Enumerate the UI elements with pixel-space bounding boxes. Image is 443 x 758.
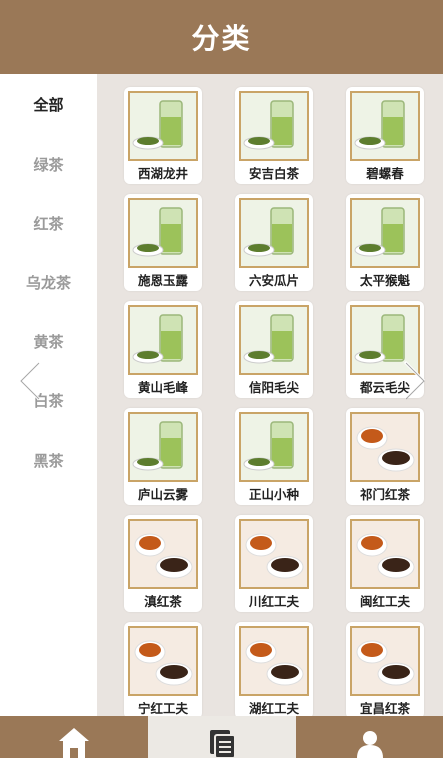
category-black-tea[interactable]: 红茶	[0, 213, 97, 234]
product-thumbnail	[350, 91, 420, 161]
product-thumbnail	[128, 626, 198, 696]
product-grid: 西湖龙井 安吉白茶 碧螺春 施恩玉露 六安瓜片 太平猴魁 黄山毛峰 信阳毛尖 都云毛尖 庐山云雾正…	[97, 74, 443, 716]
product-name: 祁门红茶	[359, 487, 410, 502]
product-name: 碧螺春	[366, 166, 404, 181]
product-name: 湖红工夫	[248, 701, 299, 716]
product-card[interactable]: 川红工夫	[235, 515, 313, 612]
home-icon	[59, 728, 89, 758]
product-name: 宁红工夫	[137, 701, 188, 716]
product-thumbnail	[239, 626, 309, 696]
product-card[interactable]: 六安瓜片	[235, 194, 313, 291]
product-name: 黄山毛峰	[137, 380, 188, 395]
product-name: 安吉白茶	[248, 166, 299, 181]
product-name: 六安瓜片	[248, 273, 299, 288]
product-thumbnail	[350, 198, 420, 268]
category-all[interactable]: 全部	[0, 94, 97, 115]
product-thumbnail	[239, 412, 309, 482]
product-card[interactable]: 湖红工夫	[235, 622, 313, 716]
product-card[interactable]: 正山小种	[235, 408, 313, 505]
product-thumbnail	[128, 412, 198, 482]
product-card[interactable]: 宜昌红茶	[346, 622, 424, 716]
product-name: 川红工夫	[248, 594, 299, 609]
product-thumbnail	[128, 305, 198, 375]
product-card[interactable]: 信阳毛尖	[235, 301, 313, 398]
product-thumbnail	[350, 412, 420, 482]
product-card[interactable]: 闽红工夫	[346, 515, 424, 612]
product-name: 庐山云雾	[137, 487, 188, 502]
product-card[interactable]: 黄山毛峰	[124, 301, 202, 398]
product-name: 滇红茶	[144, 594, 182, 609]
page-title: 分类	[191, 22, 252, 55]
product-card[interactable]: 滇红茶	[124, 515, 202, 612]
user-icon	[356, 731, 383, 758]
tab-profile[interactable]	[296, 716, 443, 758]
product-thumbnail	[350, 626, 420, 696]
tab-category[interactable]	[148, 716, 296, 758]
product-name: 太平猴魁	[359, 273, 410, 288]
product-name: 闽红工夫	[359, 594, 410, 609]
product-card[interactable]: 施恩玉露	[124, 194, 202, 291]
chevron-right-icon[interactable]	[399, 358, 429, 402]
product-thumbnail	[128, 91, 198, 161]
product-card[interactable]: 碧螺春	[346, 87, 424, 184]
product-thumbnail	[239, 91, 309, 161]
product-card[interactable]: 西湖龙井	[124, 87, 202, 184]
tab-home[interactable]	[0, 716, 148, 758]
product-name: 施恩玉露	[137, 273, 188, 288]
product-thumbnail	[350, 519, 420, 589]
product-thumbnail	[239, 519, 309, 589]
category-icon	[210, 730, 236, 758]
product-name: 西湖龙井	[137, 166, 188, 181]
product-name: 宜昌红茶	[359, 701, 410, 716]
app-header: 分类	[0, 0, 443, 74]
category-yellow-tea[interactable]: 黄茶	[0, 331, 97, 352]
product-thumbnail	[239, 198, 309, 268]
product-card[interactable]: 宁红工夫	[124, 622, 202, 716]
category-dark-tea[interactable]: 黑茶	[0, 450, 97, 471]
product-thumbnail	[128, 198, 198, 268]
product-card[interactable]: 太平猴魁	[346, 194, 424, 291]
product-thumbnail	[239, 305, 309, 375]
product-thumbnail	[128, 519, 198, 589]
bottom-tab-bar	[0, 716, 443, 758]
product-card[interactable]: 庐山云雾	[124, 408, 202, 505]
product-name: 信阳毛尖	[248, 380, 299, 395]
category-green-tea[interactable]: 绿茶	[0, 154, 97, 175]
product-name: 正山小种	[248, 487, 299, 502]
category-oolong-tea[interactable]: 乌龙茶	[0, 272, 97, 293]
product-card[interactable]: 祁门红茶	[346, 408, 424, 505]
product-card[interactable]: 安吉白茶	[235, 87, 313, 184]
chevron-left-icon[interactable]	[14, 358, 44, 402]
